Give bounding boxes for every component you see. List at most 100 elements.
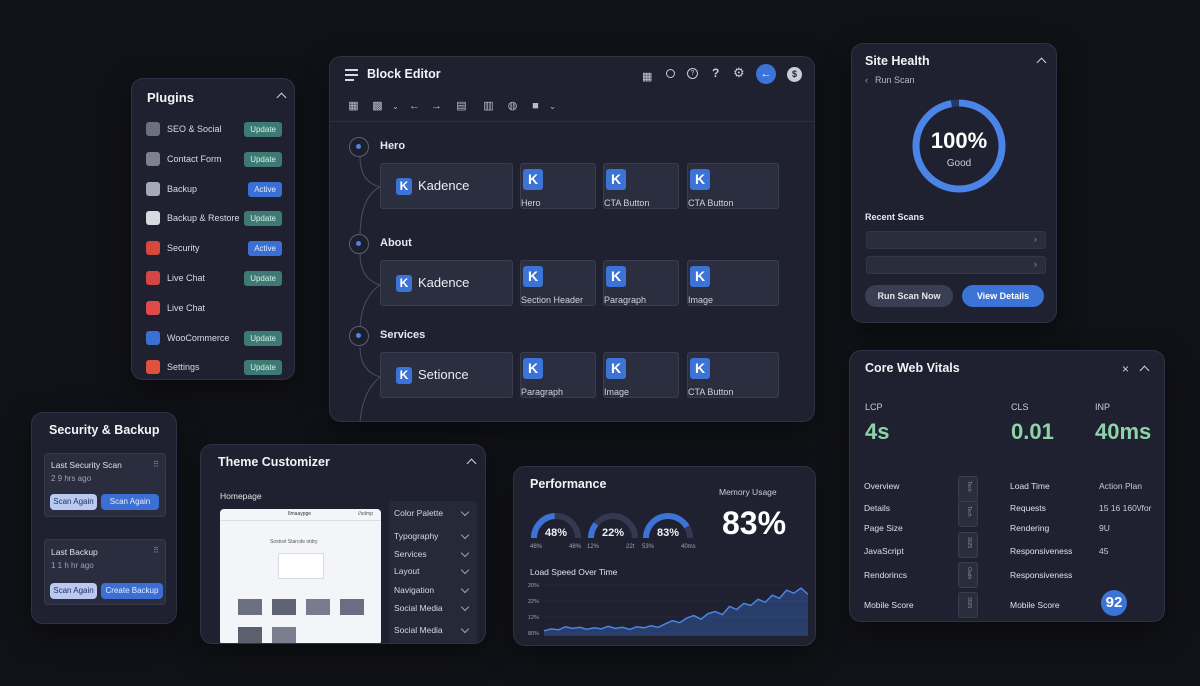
plugin-row[interactable]: Live Chat Update	[132, 270, 294, 288]
security-backup-panel: Security & Backup Last Security Scan ⠿ 2…	[31, 412, 177, 624]
outline-icon[interactable]: ▥	[483, 101, 494, 112]
plugin-row[interactable]: Backup Active	[132, 181, 294, 199]
box-icon[interactable]: ■	[530, 101, 541, 112]
section-node[interactable]	[349, 137, 369, 157]
collapse-chevron-icon[interactable]	[276, 92, 287, 103]
customizer-menu-item[interactable]: Layout	[394, 565, 470, 576]
more-chevron-icon[interactable]: ⌄	[547, 101, 558, 112]
plugin-name: SEO & Social	[167, 124, 222, 134]
blocks-grid-icon[interactable]: ▦	[348, 101, 359, 112]
plugin-row[interactable]: Security Active	[132, 240, 294, 258]
customizer-menu-item[interactable]: Social Media	[394, 624, 470, 635]
plugin-status-badge[interactable]: Active	[248, 181, 282, 197]
customizer-menu-item[interactable]: Typography	[394, 530, 470, 541]
scan-again-button[interactable]: Scan Again	[50, 494, 97, 510]
customizer-menu-label: Navigation	[394, 585, 435, 595]
globe-icon[interactable]: ◍	[507, 101, 518, 112]
plugin-status-badge[interactable]: Update	[244, 151, 282, 167]
collapse-chevron-icon[interactable]	[1036, 57, 1047, 68]
block-tile[interactable]: K Image	[687, 260, 779, 306]
block-tile[interactable]: K Section Header	[520, 260, 596, 306]
kadence-k-icon: K	[523, 169, 543, 190]
plugin-status-badge[interactable]: Update	[244, 330, 282, 346]
vitals-metric-value: 9U	[1099, 523, 1110, 533]
plugin-row[interactable]: SEO & Social Update	[132, 121, 294, 139]
vitals-slot[interactable]: 3025	[958, 592, 978, 618]
customizer-menu-item[interactable]: Color Palette	[394, 507, 470, 518]
mobile-score-badge: 92	[1101, 590, 1127, 616]
redo-arrow-icon[interactable]: →	[431, 101, 442, 112]
back-arrow-icon[interactable]: ←	[756, 64, 776, 84]
plugin-row[interactable]: Backup & Restore Update	[132, 210, 294, 228]
grid-icon[interactable]: ▦	[642, 70, 652, 83]
undo-arrow-icon[interactable]: ←	[409, 101, 420, 112]
plugin-status-badge[interactable]: Update	[244, 211, 282, 227]
kadence-k-icon: K	[396, 178, 412, 195]
layout-icon[interactable]: ▩	[372, 101, 383, 112]
chevron-left-icon[interactable]: ‹	[865, 75, 868, 85]
block-tile[interactable]: K CTA Button	[687, 352, 779, 398]
collapse-chevron-icon[interactable]	[466, 458, 477, 469]
customizer-menu-label: Social Media	[394, 603, 443, 613]
site-health-panel: Site Health ‹ Run Scan 100% Good Recent …	[851, 43, 1057, 323]
question-icon[interactable]: ?	[712, 66, 719, 80]
vitals-metric-label: Responsiveness	[1010, 546, 1073, 556]
preview-thumbnail	[238, 599, 262, 615]
scan-again-button-2[interactable]: Scan Again	[101, 494, 159, 510]
help-circle-icon[interactable]: ?	[687, 68, 698, 79]
vitals-slot[interactable]: Tech	[958, 476, 978, 502]
list-view-icon[interactable]: ▤	[456, 101, 467, 112]
homepage-preview[interactable]: Ilmaaypge //sdmp Sostovl Starcde otdry	[220, 509, 381, 643]
create-backup-button[interactable]: Create Backup	[101, 583, 163, 599]
drag-handle-icon[interactable]: ⠿	[153, 546, 159, 555]
plugin-row[interactable]: Contact Form Update	[132, 151, 294, 169]
drag-handle-icon[interactable]: ⠿	[153, 460, 159, 469]
close-icon[interactable]: ×	[1122, 362, 1129, 376]
plugin-row[interactable]: WooCommerce Update	[132, 330, 294, 348]
search-icon[interactable]	[666, 69, 675, 78]
run-scan-link[interactable]: Run Scan	[875, 75, 915, 85]
block-tile[interactable]: K Kadence	[380, 163, 513, 209]
block-tile[interactable]: K Hero	[520, 163, 596, 209]
menu-icon[interactable]	[345, 69, 358, 81]
block-tile[interactable]: K Kadence	[380, 260, 513, 306]
plugin-status-badge[interactable]: Active	[248, 241, 282, 257]
run-scan-now-button[interactable]: Run Scan Now	[865, 285, 953, 307]
plugin-status-badge[interactable]: Update	[244, 271, 282, 286]
scan-again-button[interactable]: Scan Again	[50, 583, 97, 599]
plugin-row[interactable]: Live Chat	[132, 300, 294, 318]
preview-hero-text: Sostovl Starcde otdry	[270, 539, 318, 545]
vitals-slot[interactable]: Tech	[958, 501, 978, 527]
block-tile[interactable]: K Image	[603, 352, 679, 398]
vitals-slot[interactable]: 3025	[958, 532, 978, 558]
account-icon[interactable]: $	[787, 67, 802, 82]
chevron-down-icon	[460, 565, 470, 575]
plugin-icon	[146, 122, 160, 136]
section-node[interactable]	[349, 326, 369, 346]
view-details-button[interactable]: View Details	[962, 285, 1044, 307]
vitals-slot[interactable]: Oadh	[958, 562, 978, 588]
chevron-down-icon	[460, 530, 470, 540]
block-tile[interactable]: K Paragraph	[520, 352, 596, 398]
preview-thumbnail	[340, 599, 364, 615]
recent-scan-row[interactable]: ›	[866, 231, 1046, 249]
settings-gear-icon[interactable]: ⚙	[733, 65, 745, 81]
section-node[interactable]	[349, 234, 369, 254]
health-score-label: Good	[946, 158, 972, 169]
block-tile[interactable]: K CTA Button	[687, 163, 779, 209]
block-tile-label: Section Header	[521, 295, 584, 305]
block-tile[interactable]: K CTA Button	[603, 163, 679, 209]
plugin-row[interactable]: Settings Update	[132, 359, 294, 377]
y-tick-label: 22%	[528, 599, 539, 605]
plugin-status-badge[interactable]: Update	[244, 360, 282, 376]
block-tile[interactable]: K Setionce	[380, 352, 513, 398]
dropdown-chevron-icon[interactable]: ⌄	[390, 101, 401, 112]
plugin-status-badge[interactable]: Update	[244, 122, 282, 137]
customizer-menu-item[interactable]: Social Media	[394, 602, 470, 613]
collapse-chevron-icon[interactable]	[1139, 365, 1150, 376]
customizer-menu-item[interactable]: Services	[394, 548, 470, 559]
block-tile[interactable]: K Paragraph	[603, 260, 679, 306]
customizer-menu-item[interactable]: Navigation	[394, 584, 470, 595]
recent-scan-row[interactable]: ›	[866, 256, 1046, 274]
section-name: About	[380, 237, 412, 249]
